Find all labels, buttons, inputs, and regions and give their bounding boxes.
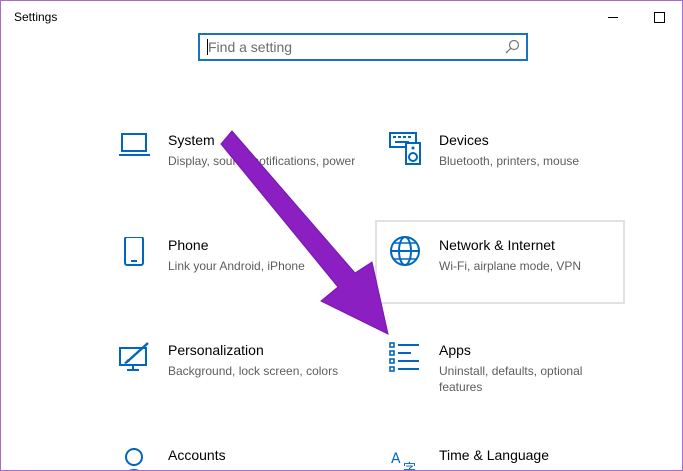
phone-icon — [124, 237, 144, 266]
svg-text:A: A — [391, 451, 401, 467]
tile-name: Phone — [168, 237, 209, 253]
svg-text:字: 字 — [403, 462, 416, 471]
search-input[interactable] — [208, 35, 498, 59]
minimize-icon — [608, 16, 618, 18]
tile-name: System — [168, 132, 215, 148]
tile-description: Display, sound, notifications, power — [168, 154, 356, 168]
window-title: Settings — [14, 10, 58, 24]
tile-time-language[interactable]: A 字 Time & Language — [389, 447, 637, 471]
tile-network-internet[interactable]: Network & Internet Wi-Fi, airplane mode,… — [375, 220, 625, 304]
tile-name: Accounts — [168, 447, 226, 463]
tile-apps[interactable]: Apps Uninstall, defaults, optional featu… — [389, 342, 637, 422]
person-icon — [125, 448, 143, 471]
tile-phone[interactable]: Phone Link your Android, iPhone — [118, 237, 366, 317]
tile-description: Background, lock screen, colors — [168, 364, 339, 378]
apps-list-icon — [389, 342, 419, 372]
tile-name: Devices — [439, 132, 489, 148]
paint-display-icon — [119, 342, 149, 371]
tile-accounts[interactable]: Accounts — [118, 447, 366, 471]
globe-icon — [390, 236, 420, 266]
tile-name: Personalization — [168, 342, 264, 358]
tile-personalization[interactable]: Personalization Background, lock screen,… — [118, 342, 366, 422]
monitor-icon — [119, 133, 150, 156]
search-icon[interactable] — [504, 39, 520, 55]
tile-description: Bluetooth, printers, mouse — [439, 154, 580, 168]
tile-name: Network & Internet — [439, 237, 555, 253]
tile-name: Apps — [439, 342, 471, 358]
tile-system[interactable]: System Display, sound, notifications, po… — [118, 132, 366, 212]
tile-name: Time & Language — [439, 447, 549, 463]
maximize-icon — [653, 11, 665, 23]
tile-description: Link your Android, iPhone — [168, 259, 305, 273]
tile-description: Uninstall, defaults, optional features — [439, 364, 583, 394]
tile-description: Wi-Fi, airplane mode, VPN — [439, 259, 582, 273]
tile-devices[interactable]: Devices Bluetooth, printers, mouse — [389, 132, 637, 212]
keyboard-speaker-icon — [389, 132, 421, 165]
maximize-button[interactable] — [636, 0, 682, 34]
search-box[interactable] — [198, 33, 528, 61]
minimize-button[interactable] — [590, 0, 636, 34]
time-language-icon: A 字 — [391, 451, 416, 471]
